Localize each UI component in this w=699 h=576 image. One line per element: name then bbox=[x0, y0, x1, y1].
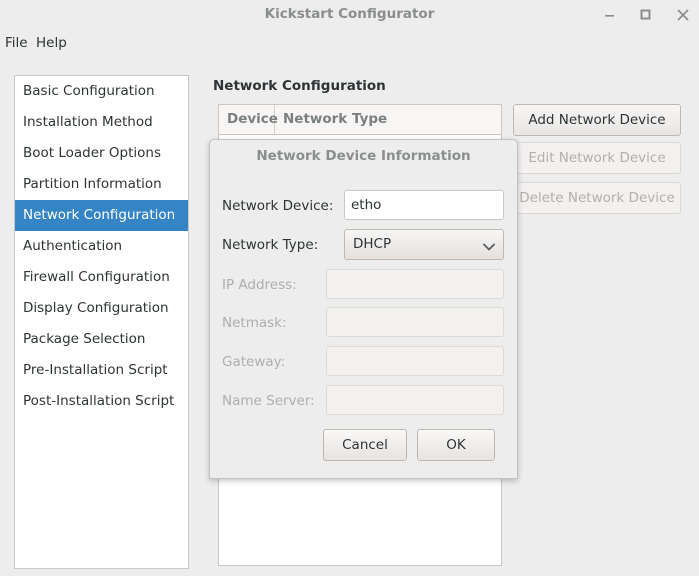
sidebar-item-basic-configuration[interactable]: Basic Configuration bbox=[15, 76, 188, 107]
delete-network-device-button: Delete Network Device bbox=[513, 182, 681, 214]
ok-button[interactable]: OK bbox=[417, 429, 495, 461]
sidebar-item-package-selection[interactable]: Package Selection bbox=[15, 324, 188, 355]
cancel-button[interactable]: Cancel bbox=[323, 429, 407, 461]
minimize-icon[interactable] bbox=[596, 0, 622, 28]
maximize-icon[interactable] bbox=[632, 0, 658, 28]
network-type-select[interactable]: DHCP bbox=[344, 229, 504, 260]
sidebar-item-network-configuration[interactable]: Network Configuration bbox=[15, 200, 188, 231]
network-type-value: DHCP bbox=[353, 236, 392, 252]
sidebar-item-boot-loader-options[interactable]: Boot Loader Options bbox=[15, 138, 188, 169]
name-server-input bbox=[326, 385, 504, 415]
netmask-label: Netmask: bbox=[222, 315, 287, 331]
menu-item-help[interactable]: Help bbox=[36, 28, 67, 58]
sidebar-item-authentication[interactable]: Authentication bbox=[15, 231, 188, 262]
sidebar-item-installation-method[interactable]: Installation Method bbox=[15, 107, 188, 138]
sidebar-item-firewall-configuration[interactable]: Firewall Configuration bbox=[15, 262, 188, 293]
sidebar-item-display-configuration[interactable]: Display Configuration bbox=[15, 293, 188, 324]
window-title: Kickstart Configurator bbox=[264, 6, 435, 22]
sidebar-item-partition-information[interactable]: Partition Information bbox=[15, 169, 188, 200]
menu-item-file[interactable]: File bbox=[5, 28, 28, 58]
network-device-label: Network Device: bbox=[222, 198, 334, 214]
close-icon[interactable] bbox=[670, 0, 696, 28]
menu-bar: File Help bbox=[0, 28, 699, 58]
gateway-label: Gateway: bbox=[222, 354, 286, 370]
gateway-input bbox=[326, 346, 504, 376]
title-bar: Kickstart Configurator bbox=[0, 0, 699, 28]
sidebar-item-pre-installation-script[interactable]: Pre-Installation Script bbox=[15, 355, 188, 386]
netmask-input bbox=[326, 307, 504, 337]
column-header-network-type[interactable]: Network Type bbox=[275, 105, 501, 134]
ip-address-input bbox=[326, 269, 504, 299]
table-header-row: Device Network Type bbox=[219, 105, 501, 135]
chevron-down-icon bbox=[483, 240, 495, 255]
network-type-label: Network Type: bbox=[222, 237, 319, 253]
network-device-input[interactable] bbox=[344, 190, 504, 220]
column-header-device[interactable]: Device bbox=[219, 105, 278, 134]
dialog-title: Network Device Information bbox=[256, 148, 471, 164]
ip-address-label: IP Address: bbox=[222, 277, 297, 293]
name-server-label: Name Server: bbox=[222, 393, 315, 409]
add-network-device-button[interactable]: Add Network Device bbox=[513, 104, 681, 136]
sidebar-list: Basic Configuration Installation Method Bo… bbox=[14, 75, 189, 569]
page-title: Network Configuration bbox=[213, 78, 386, 94]
edit-network-device-button: Edit Network Device bbox=[513, 142, 681, 174]
sidebar-item-post-installation-script[interactable]: Post-Installation Script bbox=[15, 386, 188, 417]
